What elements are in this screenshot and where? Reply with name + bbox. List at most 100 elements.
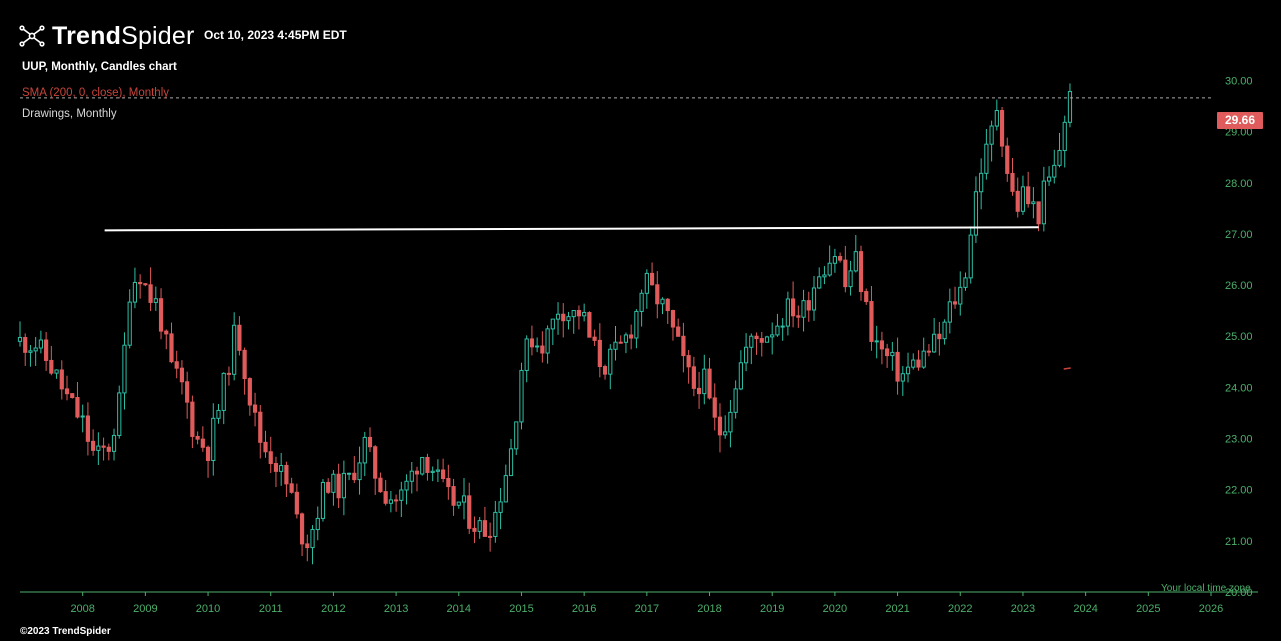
candle-body[interactable] bbox=[394, 499, 399, 502]
candle-body[interactable] bbox=[649, 272, 655, 286]
candle-body[interactable] bbox=[759, 338, 764, 343]
candle-body[interactable] bbox=[404, 480, 409, 491]
candle-body[interactable] bbox=[529, 338, 535, 348]
candle-body[interactable] bbox=[801, 300, 806, 318]
candle-body[interactable] bbox=[952, 301, 958, 305]
candle-body[interactable] bbox=[205, 446, 211, 461]
candle-body[interactable] bbox=[49, 359, 54, 374]
candle-body[interactable] bbox=[310, 529, 315, 549]
candle-body[interactable] bbox=[315, 517, 320, 531]
candle-body[interactable] bbox=[623, 334, 629, 343]
candle-body[interactable] bbox=[263, 441, 268, 453]
candle-body[interactable] bbox=[299, 513, 305, 545]
candle-body[interactable] bbox=[780, 325, 785, 328]
candle-body[interactable] bbox=[822, 274, 827, 278]
candle-body[interactable] bbox=[273, 463, 279, 472]
candle-body[interactable] bbox=[665, 298, 670, 312]
candle-body[interactable] bbox=[174, 361, 179, 369]
candle-body[interactable] bbox=[435, 469, 440, 472]
candle-body[interactable] bbox=[905, 366, 911, 375]
candle-body[interactable] bbox=[232, 324, 237, 375]
candle-body[interactable] bbox=[59, 369, 64, 390]
candle-body[interactable] bbox=[399, 489, 404, 501]
candle-body[interactable] bbox=[268, 451, 273, 465]
candle-body[interactable] bbox=[691, 366, 696, 389]
candle-body[interactable] bbox=[373, 446, 378, 479]
candle-body[interactable] bbox=[644, 272, 649, 294]
candle-body[interactable] bbox=[1036, 201, 1041, 225]
candle-body[interactable] bbox=[733, 388, 738, 413]
candle-body[interactable] bbox=[571, 310, 576, 318]
candle-body[interactable] bbox=[869, 301, 874, 342]
candle-body[interactable] bbox=[885, 348, 890, 357]
candle-body[interactable] bbox=[179, 367, 185, 383]
candle-body[interactable] bbox=[686, 355, 691, 368]
candle-body[interactable] bbox=[357, 462, 362, 481]
candle-body[interactable] bbox=[618, 341, 623, 344]
candle-body[interactable] bbox=[493, 511, 498, 537]
candle-body[interactable] bbox=[785, 298, 790, 327]
candle-body[interactable] bbox=[676, 326, 681, 337]
candle-body[interactable] bbox=[592, 336, 597, 341]
candle-body[interactable] bbox=[561, 313, 566, 322]
candle-body[interactable] bbox=[169, 333, 174, 363]
candle-body[interactable] bbox=[890, 351, 895, 357]
candle-body[interactable] bbox=[921, 350, 926, 368]
candle-body[interactable] bbox=[352, 472, 357, 481]
trendline-drawing[interactable] bbox=[104, 226, 1039, 232]
candle-body[interactable] bbox=[660, 298, 665, 305]
candle-body[interactable] bbox=[963, 277, 968, 288]
candle-body[interactable] bbox=[702, 368, 707, 395]
candle-body[interactable] bbox=[17, 337, 23, 342]
candle-body[interactable] bbox=[1010, 172, 1015, 192]
candle-body[interactable] bbox=[91, 440, 96, 451]
candle-body[interactable] bbox=[122, 344, 127, 394]
candle-body[interactable] bbox=[545, 328, 550, 354]
candle-body[interactable] bbox=[707, 368, 712, 399]
candle-body[interactable] bbox=[477, 520, 482, 532]
candle-body[interactable] bbox=[221, 372, 226, 411]
candle-body[interactable] bbox=[242, 349, 247, 380]
candle-body[interactable] bbox=[75, 397, 80, 418]
candle-body[interactable] bbox=[346, 472, 352, 475]
candle-body[interactable] bbox=[728, 411, 733, 433]
candle-body[interactable] bbox=[843, 259, 848, 288]
candle-body[interactable] bbox=[979, 172, 984, 193]
candle-body[interactable] bbox=[717, 416, 723, 436]
candle-body[interactable] bbox=[461, 495, 467, 503]
candle-body[interactable] bbox=[488, 535, 493, 538]
candle-body[interactable] bbox=[252, 404, 258, 413]
candle-body[interactable] bbox=[279, 465, 284, 472]
candle-body[interactable] bbox=[900, 373, 905, 382]
candle-body[interactable] bbox=[1062, 121, 1067, 152]
candle-body[interactable] bbox=[414, 470, 420, 475]
candle-body[interactable] bbox=[305, 543, 310, 549]
candle-body[interactable] bbox=[446, 477, 451, 488]
candle-body[interactable] bbox=[754, 335, 759, 340]
candle-body[interactable] bbox=[143, 283, 148, 286]
candle-body[interactable] bbox=[237, 324, 242, 351]
candle-body[interactable] bbox=[331, 473, 336, 493]
candle-body[interactable] bbox=[1046, 176, 1052, 182]
candle-body[interactable] bbox=[973, 191, 979, 236]
candle-body[interactable] bbox=[832, 256, 837, 264]
candle-body[interactable] bbox=[968, 234, 973, 279]
candle-body[interactable] bbox=[639, 292, 644, 312]
candle-body[interactable] bbox=[655, 284, 660, 305]
candle-body[interactable] bbox=[362, 436, 367, 464]
candle-body[interactable] bbox=[582, 312, 587, 317]
candle-body[interactable] bbox=[602, 366, 608, 375]
candle-body[interactable] bbox=[70, 393, 75, 399]
candle-body[interactable] bbox=[211, 417, 216, 461]
candle-body[interactable] bbox=[879, 340, 885, 350]
candle-body[interactable] bbox=[96, 445, 101, 451]
candle-body[interactable] bbox=[827, 262, 832, 276]
candle-body[interactable] bbox=[629, 334, 634, 339]
candle-body[interactable] bbox=[524, 338, 529, 371]
candle-body[interactable] bbox=[148, 284, 153, 303]
candle-body[interactable] bbox=[430, 470, 435, 473]
candle-body[interactable] bbox=[420, 456, 425, 475]
candle-body[interactable] bbox=[101, 445, 106, 448]
candle-body[interactable] bbox=[874, 340, 879, 343]
candle-body[interactable] bbox=[1052, 164, 1057, 178]
